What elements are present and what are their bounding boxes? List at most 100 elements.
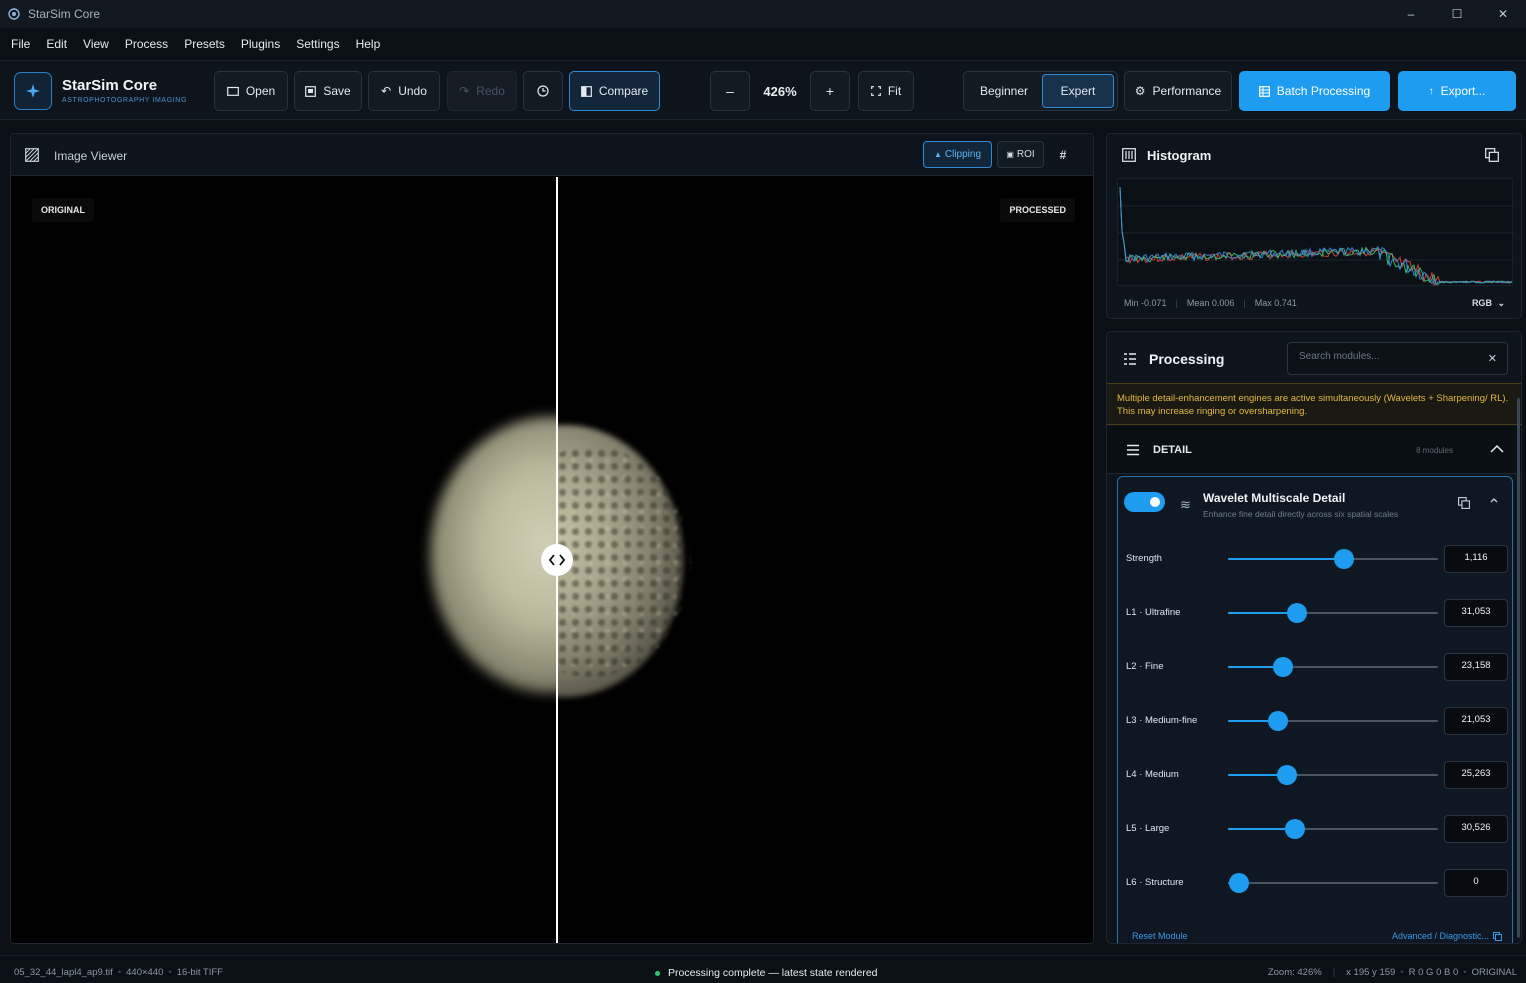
mode-beginner[interactable]: Beginner — [966, 74, 1042, 108]
main-toolbar: StarSim Core ASTROPHOTOGRAPHY IMAGING Op… — [0, 60, 1526, 120]
save-button[interactable]: Save — [294, 71, 362, 111]
param-value-input[interactable]: 21,053 — [1444, 707, 1508, 735]
duplicate-icon[interactable] — [1458, 497, 1470, 509]
histogram-graph — [1117, 178, 1514, 287]
menu-settings[interactable]: Settings — [289, 37, 346, 51]
processing-scrollbar[interactable] — [1517, 398, 1520, 938]
processed-view — [557, 177, 1093, 943]
param-value-input[interactable]: 23,158 — [1444, 653, 1508, 681]
copy-icon[interactable] — [1485, 148, 1499, 162]
undo-button[interactable]: ↶ Undo — [368, 71, 440, 111]
param-slider[interactable] — [1228, 603, 1438, 623]
param-slider[interactable] — [1228, 657, 1438, 677]
module-enable-toggle[interactable] — [1124, 492, 1165, 512]
slider-handle[interactable] — [1228, 873, 1249, 893]
minimize-button[interactable]: – — [1388, 0, 1434, 28]
status-ok-icon — [655, 970, 660, 976]
slider-handle[interactable] — [1287, 603, 1308, 623]
wave-icon: ≋ — [1180, 497, 1191, 512]
section-module-count: 8 modules — [1416, 446, 1453, 455]
mode-switch: Beginner Expert — [963, 71, 1118, 111]
clipping-toggle[interactable]: ▲ Clipping — [923, 141, 992, 168]
param-value-input[interactable]: 25,263 — [1444, 761, 1508, 789]
warning-banner: Multiple detail-enhancement engines are … — [1107, 383, 1521, 425]
image-viewer-title: Image Viewer — [54, 149, 128, 163]
compare-button[interactable]: Compare — [569, 71, 660, 111]
image-viewer-panel: Image Viewer ▲ Clipping ▣ ROI # ORIGINAL… — [10, 133, 1094, 944]
open-label: Open — [245, 84, 276, 98]
status-format: 16-bit TIFF — [176, 967, 223, 978]
redo-icon: ↷ — [459, 84, 470, 98]
advanced-diagnostic-link[interactable]: Advanced / Diagnostic... — [1392, 931, 1502, 941]
fit-label: Fit — [887, 84, 902, 98]
open-button[interactable]: Open — [214, 71, 288, 111]
section-detail-header[interactable]: DETAIL 8 modules — [1107, 426, 1521, 474]
menu-help[interactable]: Help — [349, 37, 388, 51]
clear-search-icon[interactable]: ✕ — [1488, 352, 1497, 365]
list-icon — [1124, 353, 1136, 365]
redo-label: Redo — [476, 84, 505, 98]
reset-module-link[interactable]: Reset Module — [1132, 931, 1188, 941]
menu-plugins[interactable]: Plugins — [234, 37, 287, 51]
batch-icon — [1258, 85, 1270, 97]
processing-title: Processing — [1149, 351, 1225, 367]
collapse-icon[interactable] — [1488, 494, 1500, 506]
search-input[interactable] — [1299, 351, 1479, 362]
menu-process[interactable]: Process — [118, 37, 175, 51]
param-value-input[interactable]: 0 — [1444, 869, 1508, 897]
param-value-input[interactable]: 31,053 — [1444, 599, 1508, 627]
fit-button[interactable]: Fit — [858, 71, 914, 111]
menu-view[interactable]: View — [76, 37, 116, 51]
history-button[interactable] — [523, 71, 563, 111]
slider-handle[interactable] — [1268, 711, 1289, 731]
histogram-title: Histogram — [1147, 148, 1212, 163]
zoom-in-button[interactable]: + — [810, 71, 850, 111]
close-button[interactable]: ✕ — [1480, 0, 1526, 28]
brand-logo-icon — [14, 72, 52, 110]
param-row: L4 · Medium 25,263 — [1126, 761, 1510, 789]
section-title: DETAIL — [1153, 444, 1192, 456]
param-label: Strength — [1126, 553, 1162, 564]
slider-handle[interactable] — [1285, 819, 1306, 839]
redo-button[interactable]: ↷ Redo — [447, 71, 517, 111]
image-canvas[interactable]: ORIGINAL PROCESSED — [11, 177, 1093, 943]
performance-button[interactable]: ⚙ Performance — [1124, 71, 1232, 111]
slider-handle[interactable] — [1276, 765, 1297, 785]
image-icon — [25, 148, 39, 162]
mode-expert[interactable]: Expert — [1042, 74, 1114, 108]
status-pixel-rgb: R 0 G 0 B 0 — [1408, 967, 1459, 978]
status-view-mode: ORIGINAL — [1471, 967, 1517, 978]
param-slider[interactable] — [1228, 765, 1438, 785]
param-label: L2 · Fine — [1126, 661, 1164, 672]
roi-toggle[interactable]: ▣ ROI — [997, 141, 1044, 168]
param-slider[interactable] — [1228, 711, 1438, 731]
param-slider[interactable] — [1228, 549, 1438, 569]
grid-toggle[interactable]: # — [1050, 141, 1076, 168]
histogram-min: Min -0.071 — [1124, 298, 1167, 308]
menu-edit[interactable]: Edit — [39, 37, 74, 51]
chevron-up-icon[interactable] — [1489, 442, 1505, 456]
module-title: Wavelet Multiscale Detail — [1203, 491, 1346, 505]
slider-handle[interactable] — [1333, 549, 1354, 569]
maximize-button[interactable]: ☐ — [1434, 0, 1480, 28]
histogram-stats: Min -0.071 | Mean 0.006 | Max 0.741 — [1124, 298, 1297, 308]
clock-icon — [537, 85, 549, 97]
slider-handle[interactable] — [1272, 657, 1293, 677]
batch-processing-button[interactable]: Batch Processing — [1239, 71, 1390, 111]
split-handle-icon[interactable] — [541, 544, 573, 576]
histogram-channel-select[interactable]: RGB ⌄ — [1472, 298, 1505, 309]
module-wavelet-multiscale-detail: ≋ Wavelet Multiscale Detail Enhance fine… — [1117, 476, 1513, 943]
zoom-out-button[interactable]: – — [710, 71, 750, 111]
param-value-input[interactable]: 1,116 — [1444, 545, 1508, 573]
export-button[interactable]: ↑ Export... — [1398, 71, 1516, 111]
folder-icon — [226, 86, 239, 96]
param-value-input[interactable]: 30,526 — [1444, 815, 1508, 843]
param-slider[interactable] — [1228, 873, 1438, 893]
chevron-down-icon: ⌄ — [1497, 298, 1505, 308]
histogram-channel: RGB — [1471, 298, 1492, 308]
param-slider[interactable] — [1228, 819, 1438, 839]
save-icon — [305, 85, 317, 97]
menu-file[interactable]: File — [4, 37, 37, 51]
gear-icon: ⚙ — [1134, 84, 1146, 98]
menu-presets[interactable]: Presets — [177, 37, 232, 51]
